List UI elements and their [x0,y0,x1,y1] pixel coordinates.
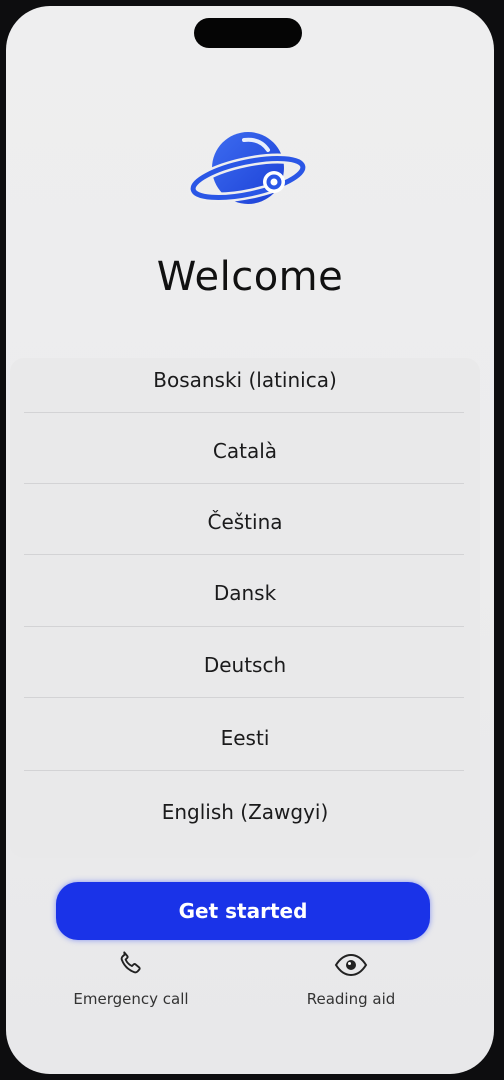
divider [24,770,464,771]
phone-frame: Welcome Bosanski (latinica) Català Češti… [0,0,504,1080]
emergency-call-button[interactable]: Emergency call [46,948,216,1008]
divider [24,483,464,484]
reading-aid-button[interactable]: Reading aid [266,952,436,1008]
get-started-button[interactable]: Get started [56,882,430,940]
language-item-deutsch[interactable]: Deutsch [10,653,480,677]
language-item-eesti[interactable]: Eesti [10,726,480,750]
divider [24,554,464,555]
phone-icon [120,951,141,974]
eye-icon [334,953,368,977]
camera-notch [194,18,302,48]
emergency-call-label: Emergency call [73,990,189,1008]
language-item-catala[interactable]: Català [10,439,480,463]
welcome-screen: Welcome Bosanski (latinica) Català Češti… [6,6,494,1074]
language-item-cestina[interactable]: Čeština [10,510,480,534]
divider [24,412,464,413]
planet-orbit-icon [188,132,308,204]
language-list[interactable]: Bosanski (latinica) Català Čeština Dansk… [10,358,480,858]
language-item-english-zawgyi[interactable]: English (Zawgyi) [10,800,480,824]
reading-aid-label: Reading aid [306,990,396,1008]
divider [24,626,464,627]
language-item-dansk[interactable]: Dansk [10,581,480,605]
page-title: Welcome [156,254,344,300]
language-item-bosanski[interactable]: Bosanski (latinica) [10,368,480,392]
divider [24,697,464,698]
